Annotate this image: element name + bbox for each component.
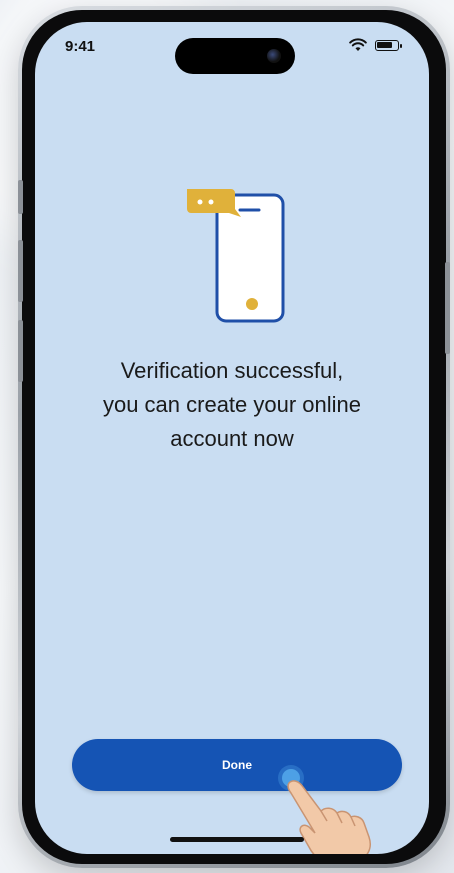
- status-time: 9:41: [65, 38, 96, 55]
- message-line-3: account now: [170, 426, 294, 451]
- volume-up-button: [18, 240, 23, 302]
- phone-chat-icon: [187, 189, 285, 323]
- verification-message: Verification successful, you can create …: [55, 354, 409, 456]
- pointing-hand-icon: [287, 780, 371, 854]
- volume-down-button: [18, 320, 23, 382]
- camera-icon: [267, 49, 281, 63]
- message-line-2: you can create your online: [102, 392, 362, 417]
- status-icons: [349, 38, 402, 52]
- battery-icon: [375, 39, 402, 51]
- power-button: [445, 262, 450, 354]
- wifi-icon: [349, 38, 367, 51]
- home-indicator[interactable]: [170, 837, 304, 842]
- action-button: [18, 180, 23, 214]
- dynamic-island: [175, 38, 295, 74]
- phone-screen: 9:41 Verification successful, you can cr…: [35, 22, 429, 854]
- message-line-1: Verification successful,: [120, 358, 344, 383]
